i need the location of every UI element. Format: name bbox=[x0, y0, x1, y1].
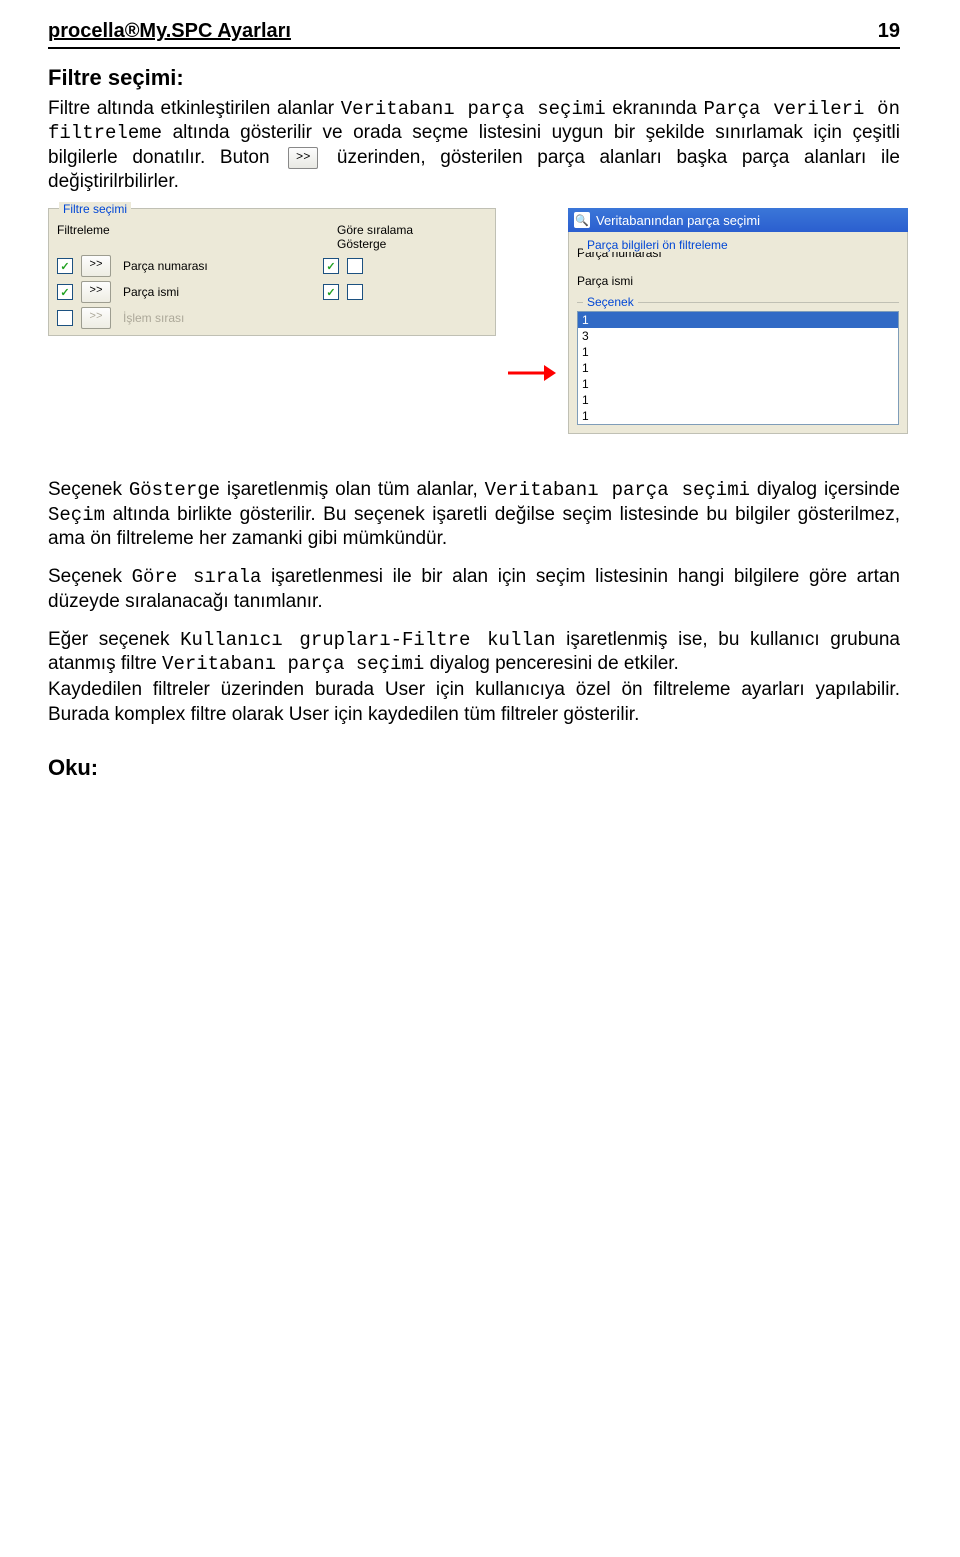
page-number: 19 bbox=[878, 20, 900, 43]
db-part-selection-dialog: 🔍 Veritabanından parça seçimi Parça bilg… bbox=[568, 208, 908, 434]
intro-paragraph: Filtre altında etkinleştirilen alanlar V… bbox=[48, 97, 900, 194]
field-part-name: Parça ismi bbox=[577, 274, 899, 288]
filter-row-label: İşlem sırası bbox=[123, 311, 323, 325]
paragraph-user-group-filter: Eğer seçenek Kullanıcı grupları-Filtre k… bbox=[48, 628, 900, 677]
filter-row: ✓ >> Parça numarası ✓ bbox=[57, 253, 487, 279]
col-filter-label: Filtreleme bbox=[57, 223, 137, 237]
list-item[interactable]: 1 bbox=[578, 360, 898, 376]
checkbox-filter[interactable]: ✓ bbox=[57, 258, 73, 274]
list-item[interactable]: 1 bbox=[578, 344, 898, 360]
option-listbox[interactable]: 1 3 1 1 1 1 1 bbox=[577, 311, 899, 425]
prefilter-group-title: Parça bilgileri ön filtreleme bbox=[583, 238, 732, 252]
search-icon: 🔍 bbox=[574, 212, 590, 228]
checkbox-sort[interactable]: ✓ bbox=[323, 284, 339, 300]
checkbox-display2[interactable] bbox=[347, 258, 363, 274]
arrow-indicator bbox=[508, 208, 556, 458]
paragraph-display-option: Seçenek Gösterge işaretlenmiş olan tüm a… bbox=[48, 478, 900, 551]
list-item[interactable]: 1 bbox=[578, 408, 898, 424]
next-button[interactable]: >> bbox=[81, 307, 111, 329]
filter-row: >> İşlem sırası bbox=[57, 305, 487, 331]
checkbox-filter[interactable] bbox=[57, 310, 73, 326]
divider bbox=[48, 47, 900, 49]
list-item[interactable]: 1 bbox=[578, 376, 898, 392]
checkbox-filter[interactable]: ✓ bbox=[57, 284, 73, 300]
filter-row: ✓ >> Parça ismi ✓ bbox=[57, 279, 487, 305]
next-button[interactable]: >> bbox=[81, 255, 111, 277]
dialog-title-text: Veritabanından parça seçimi bbox=[596, 213, 760, 228]
col-display-label: Gösterge bbox=[337, 237, 487, 251]
paragraph-sort-option: Seçenek Göre sırala işaretlenmesi ile bi… bbox=[48, 565, 900, 614]
checkbox-display2[interactable] bbox=[347, 284, 363, 300]
next-button[interactable]: >> bbox=[81, 281, 111, 303]
filter-row-label: Parça ismi bbox=[123, 285, 323, 299]
section-heading-filter: Filtre seçimi: bbox=[48, 65, 900, 91]
section-heading-read: Oku: bbox=[48, 755, 900, 781]
col-sort-label: Göre sıralama bbox=[337, 223, 487, 237]
option-group-title: Seçenek bbox=[583, 295, 638, 309]
filter-row-label: Parça numarası bbox=[123, 259, 323, 273]
filter-group-title: Filtre seçimi bbox=[59, 202, 131, 216]
dialog-titlebar: 🔍 Veritabanından parça seçimi bbox=[568, 208, 908, 232]
checkbox-sort[interactable]: ✓ bbox=[323, 258, 339, 274]
list-item[interactable]: 1 bbox=[578, 312, 898, 328]
page-title: procella®My.SPC Ayarları bbox=[48, 20, 291, 43]
list-item[interactable]: 3 bbox=[578, 328, 898, 344]
list-item[interactable]: 1 bbox=[578, 392, 898, 408]
filter-selection-panel: Filtre seçimi Filtreleme Göre sıralama G… bbox=[48, 208, 496, 336]
paragraph-saved-filters: Kaydedilen filtreler üzerinden burada Us… bbox=[48, 678, 900, 727]
inline-next-button[interactable]: >> bbox=[288, 147, 318, 169]
